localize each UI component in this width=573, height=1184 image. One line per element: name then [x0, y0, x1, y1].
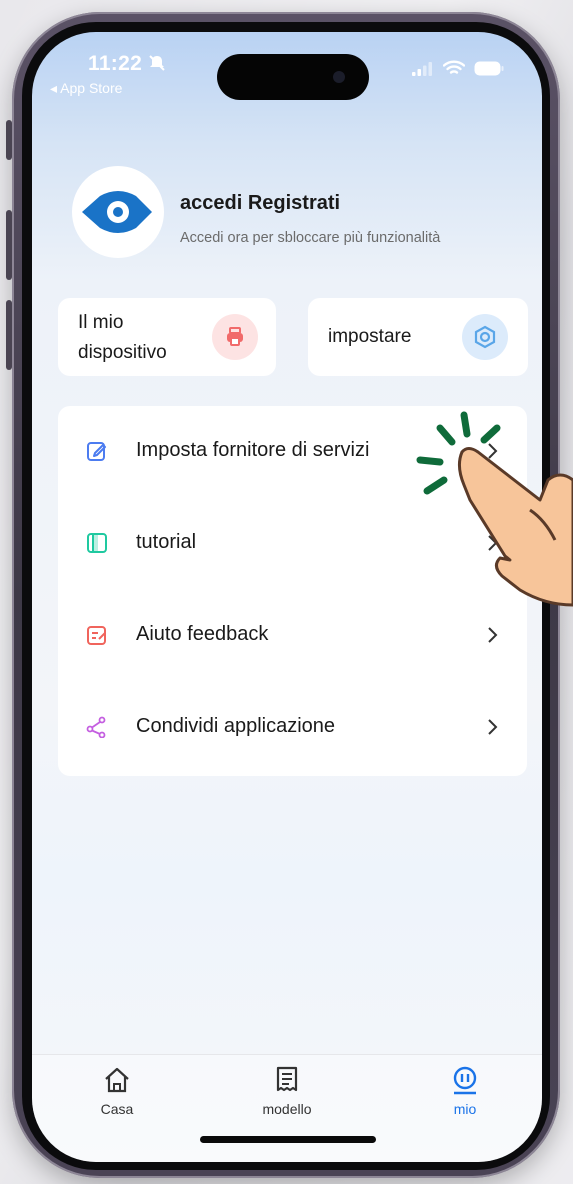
pointing-hand [457, 447, 573, 607]
tap-hand-illustration [416, 411, 573, 607]
